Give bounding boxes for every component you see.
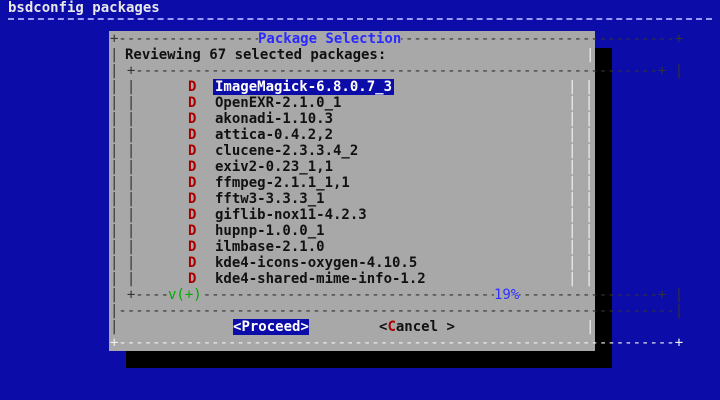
list-border-left: | | — [110, 95, 136, 111]
package-flag: D — [188, 127, 197, 143]
dialog-border-right-lower: | — [586, 319, 595, 335]
proceed-button[interactable]: <Proceed> — [233, 319, 309, 335]
list-border-right: | | — [568, 127, 594, 143]
list-border-left: | | — [110, 271, 136, 287]
list-border-left: | | — [110, 79, 136, 95]
package-row[interactable]: | | | | D ImageMagick-6.8.0.7_3 — [0, 79, 720, 95]
list-border-left: | | — [110, 175, 136, 191]
package-row[interactable]: | | | | Dilmbase-2.1.0 — [0, 239, 720, 255]
package-flag: D — [188, 271, 197, 287]
list-border-left: | | — [110, 159, 136, 175]
list-border-right: | | — [568, 239, 594, 255]
package-row[interactable]: | | | | Dffmpeg-2.1.1_1,1 — [0, 175, 720, 191]
dialog-prompt: Reviewing 67 selected packages: — [125, 47, 387, 63]
list-border-right: | | — [568, 159, 594, 175]
list-border-right: | | — [568, 191, 594, 207]
list-border-right: | | — [568, 255, 594, 271]
list-border-left: | | — [110, 143, 136, 159]
list-border-left: | | — [110, 127, 136, 143]
package-flag: D — [188, 191, 197, 207]
package-row[interactable]: | | | | Dgiflib-nox11-4.2.3 — [0, 207, 720, 223]
list-border-top: | +-------------------------------------… — [110, 63, 684, 79]
package-name[interactable]: clucene-2.3.3.4_2 — [215, 143, 358, 159]
package-row[interactable]: | | | | Dattica-0.4.2,2 — [0, 127, 720, 143]
list-border-left: | | — [110, 207, 136, 223]
list-border-right: | | — [568, 271, 594, 287]
cancel-hotkey: C — [387, 319, 396, 335]
backtitle: bsdconfig packages — [8, 0, 160, 16]
scroll-down-indicator: v(+) — [168, 287, 202, 303]
list-border-right: | | — [568, 143, 594, 159]
dialog-border-bottom: +---------------------------------------… — [110, 335, 684, 351]
package-row[interactable]: | | | | Dakonadi-1.10.3 — [0, 111, 720, 127]
dialog-border-left-lower: | — [110, 319, 119, 335]
package-name[interactable]: ilmbase-2.1.0 — [215, 239, 325, 255]
package-row[interactable]: | | | | Dkde4-shared-mime-info-1.2 — [0, 271, 720, 287]
package-name[interactable]: kde4-icons-oxygen-4.10.5 — [215, 255, 417, 271]
package-row[interactable]: | | | | Dhupnp-1.0.0_1 — [0, 223, 720, 239]
dialog-border-right: | — [586, 47, 595, 63]
dialog-title: Package Selection — [258, 31, 402, 47]
cancel-button[interactable]: <Cancel > — [379, 319, 455, 335]
package-name[interactable]: akonadi-1.10.3 — [215, 111, 333, 127]
list-border-right: | | — [568, 111, 594, 127]
package-row[interactable]: | | | | Dexiv2-0.23_1,1 — [0, 159, 720, 175]
list-border-left: | | — [110, 223, 136, 239]
package-row[interactable]: | | | | Dkde4-icons-oxygen-4.10.5 — [0, 255, 720, 271]
package-name[interactable]: ImageMagick-6.8.0.7_3 — [213, 79, 395, 95]
list-border-right: | | — [568, 79, 594, 95]
list-border-right: | | — [568, 95, 594, 111]
scroll-percent: 19% — [494, 287, 520, 303]
package-flag: D — [188, 239, 197, 255]
package-flag: D — [188, 159, 197, 175]
backtitle-divider — [8, 18, 712, 20]
package-name[interactable]: hupnp-1.0.0_1 — [215, 223, 325, 239]
package-name[interactable]: giflib-nox11-4.2.3 — [215, 207, 367, 223]
list-border-right: | | — [568, 207, 594, 223]
package-flag: D — [188, 111, 197, 127]
package-flag: D — [188, 207, 197, 223]
list-border-right: | | — [568, 223, 594, 239]
package-flag: D — [188, 175, 197, 191]
button-separator: |---------------------------------------… — [110, 303, 684, 319]
package-flag: D — [188, 79, 197, 95]
package-row[interactable]: | | | | D OpenEXR-2.1.0_1 — [0, 95, 720, 111]
package-flag: D — [188, 223, 197, 239]
package-name[interactable]: exiv2-0.23_1,1 — [215, 159, 333, 175]
package-name[interactable]: OpenEXR-2.1.0_1 — [215, 95, 341, 111]
list-border-left: | | — [110, 239, 136, 255]
package-flag: D — [188, 255, 197, 271]
package-row[interactable]: | | | | Dclucene-2.3.3.4_2 — [0, 143, 720, 159]
package-name[interactable]: fftw3-3.3.3_1 — [215, 191, 325, 207]
list-border-left: | | — [110, 255, 136, 271]
proceed-hotkey: P — [241, 319, 250, 335]
dialog-border-left: | — [110, 47, 119, 63]
package-flag: D — [188, 143, 197, 159]
list-border-right: | | — [568, 175, 594, 191]
package-row[interactable]: | | | | Dfftw3-3.3.3_1 — [0, 191, 720, 207]
package-name[interactable]: ffmpeg-2.1.1_1,1 — [215, 175, 350, 191]
package-flag: D — [188, 95, 197, 111]
list-border-left: | | — [110, 111, 136, 127]
package-name[interactable]: attica-0.4.2,2 — [215, 127, 333, 143]
list-border-left: | | — [110, 191, 136, 207]
package-name[interactable]: kde4-shared-mime-info-1.2 — [215, 271, 426, 287]
